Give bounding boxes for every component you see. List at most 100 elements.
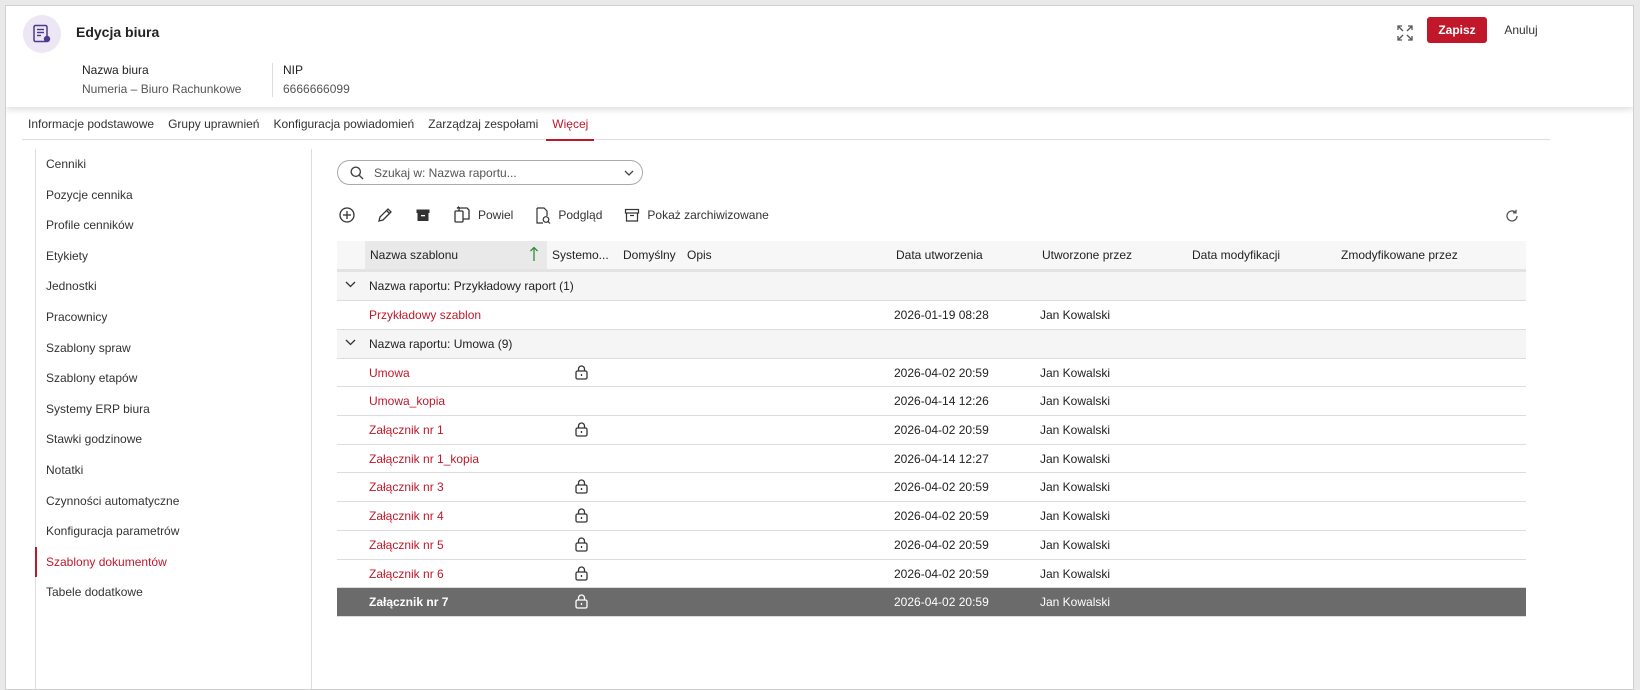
preview-button[interactable]: Podgląd (535, 204, 602, 226)
created-by-cell: Jan Kowalski (1040, 423, 1111, 438)
sidebar-item-case-templates[interactable]: Szablony spraw (36, 333, 311, 364)
tab-more[interactable]: Więcej (546, 113, 595, 141)
sidebar-item-erp-systems[interactable]: Systemy ERP biura (36, 394, 311, 425)
show-archived-button[interactable]: Pokaż zarchiwizowane (624, 204, 769, 226)
archive-button[interactable] (415, 204, 431, 226)
template-name-link[interactable]: Przykładowy szablon (369, 301, 481, 329)
chevron-down-icon[interactable] (345, 339, 356, 346)
table-row[interactable]: Umowa 2026-04-02 20:59 Jan Kowalski (337, 359, 1526, 388)
sidebar-item-employees[interactable]: Pracownicy (36, 302, 311, 333)
created-date-cell: 2026-04-02 20:59 (894, 537, 989, 552)
header-divider (272, 63, 273, 97)
sidebar-item-price-lists[interactable]: Cenniki (36, 149, 311, 180)
search-input[interactable] (372, 165, 616, 180)
chevron-down-icon[interactable] (345, 281, 356, 288)
table-row[interactable]: Załącznik nr 7 2026-04-02 20:59 Jan Kowals… (337, 588, 1526, 617)
table-row[interactable]: Przykładowy szablon 2026-01-19 08:28 Jan K… (337, 301, 1526, 330)
tab-bar: Informacje podstawowe Grupy uprawnień Ko… (22, 113, 1550, 141)
column-header-modified-date[interactable]: Data modyfikacji (1192, 241, 1332, 269)
column-header-label: Nazwa szablonu (370, 248, 459, 262)
template-name-link[interactable]: Załącznik nr 4 (369, 502, 444, 530)
created-by-cell: Jan Kowalski (1040, 365, 1111, 380)
copy-label: Powiel (478, 208, 514, 222)
search-icon (342, 166, 372, 180)
sidebar-item-price-list-profiles[interactable]: Profile cenników (36, 210, 311, 241)
table-row[interactable]: Załącznik nr 4 2026-04-02 20:59 Jan Kowals… (337, 502, 1526, 531)
column-header-created-by[interactable]: Utworzone przez (1042, 241, 1182, 269)
template-name-link[interactable]: Załącznik nr 6 (369, 560, 444, 588)
dialog-title: Edycja biura (76, 24, 160, 40)
copy-button[interactable]: Powiel (453, 204, 513, 226)
lock-icon (575, 422, 588, 438)
edit-office-dialog: Edycja biura Nazwa biura Numeria – Biuro… (5, 5, 1634, 690)
table-row[interactable]: Załącznik nr 3 2026-04-02 20:59 Jan Kowals… (337, 473, 1526, 503)
created-by-cell: Jan Kowalski (1040, 308, 1111, 322)
column-header-system[interactable]: Systemo... (552, 241, 618, 269)
column-header-description[interactable]: Opis (687, 241, 887, 269)
cancel-button[interactable]: Anuluj (1498, 17, 1544, 43)
edit-button[interactable] (377, 204, 393, 226)
column-header-name[interactable]: Nazwa szablonu (365, 241, 547, 269)
grid-body: Nazwa raportu: Przykładowy raport (1) Prz… (337, 272, 1526, 617)
group-label: Nazwa raportu: Umowa (9) (369, 336, 513, 351)
group-row[interactable]: Nazwa raportu: Umowa (9) (337, 329, 1526, 359)
table-row[interactable]: Załącznik nr 5 2026-04-02 20:59 Jan Kowals… (337, 531, 1526, 560)
group-row[interactable]: Nazwa raportu: Przykładowy raport (1) (337, 272, 1526, 301)
copy-icon (454, 206, 470, 223)
sidebar-item-notes[interactable]: Notatki (36, 455, 311, 486)
preview-icon (536, 206, 551, 224)
group-label: Nazwa raportu: Przykładowy raport (1) (369, 279, 574, 293)
tab-manage-teams[interactable]: Zarządzaj zespołami (422, 113, 544, 140)
created-date-cell: 2026-04-02 20:59 (894, 365, 989, 380)
sidebar: Cenniki Pozycje cennika Profile cenników… (35, 149, 312, 689)
column-header-default[interactable]: Domyślny (623, 241, 683, 269)
sort-ascending-icon (530, 246, 538, 261)
save-button[interactable]: Zapisz (1427, 17, 1487, 43)
created-by-cell: Jan Kowalski (1040, 595, 1111, 610)
column-header-created-date[interactable]: Data utworzenia (896, 241, 1036, 269)
sidebar-item-units[interactable]: Jednostki (36, 271, 311, 302)
tab-basic-info[interactable]: Informacje podstawowe (22, 113, 160, 140)
pencil-icon (378, 208, 392, 222)
template-name-link[interactable]: Załącznik nr 3 (369, 473, 444, 501)
sidebar-item-automatic-actions[interactable]: Czynności automatyczne (36, 486, 311, 517)
created-date-cell: 2026-04-02 20:59 (894, 480, 989, 495)
created-date-cell: 2026-04-02 20:59 (894, 509, 989, 524)
sidebar-item-price-list-positions[interactable]: Pozycje cennika (36, 180, 311, 211)
template-name-link[interactable]: Umowa_kopia (369, 387, 445, 415)
tab-notification-config[interactable]: Konfiguracja powiadomień (267, 113, 420, 140)
table-row[interactable]: Załącznik nr 6 2026-04-02 20:59 Jan Kowals… (337, 560, 1526, 589)
created-by-cell: Jan Kowalski (1040, 451, 1111, 466)
sidebar-item-stage-templates[interactable]: Szablony etapów (36, 363, 311, 394)
chevron-down-icon[interactable] (616, 170, 642, 176)
lock-icon (575, 537, 588, 553)
template-name-link[interactable]: Załącznik nr 1_kopia (369, 445, 479, 473)
table-row[interactable]: Umowa_kopia 2026-04-14 12:26 Jan Kowalski (337, 387, 1526, 417)
sidebar-item-document-templates[interactable]: Szablony dokumentów (35, 546, 311, 578)
table-row[interactable]: Załącznik nr 1 2026-04-02 20:59 Jan Kowals… (337, 416, 1526, 445)
grid-header: Nazwa szablonu Systemo... Domyślny Opis … (337, 241, 1526, 272)
created-date-cell: 2026-04-02 20:59 (894, 566, 989, 581)
column-header-modified-by[interactable]: Zmodyfikowane przez (1341, 241, 1501, 269)
nip-label: NIP (283, 63, 304, 77)
sidebar-item-additional-tables[interactable]: Tabele dodatkowe (36, 577, 311, 608)
created-by-cell: Jan Kowalski (1040, 394, 1111, 409)
created-by-cell: Jan Kowalski (1040, 537, 1111, 552)
templates-grid: Nazwa szablonu Systemo... Domyślny Opis … (337, 241, 1526, 617)
tab-permission-groups[interactable]: Grupy uprawnień (162, 113, 265, 140)
table-row[interactable]: Załącznik nr 1_kopia 2026-04-14 12:27 Jan … (337, 445, 1526, 474)
add-icon (339, 207, 355, 223)
lock-icon (575, 508, 588, 524)
expand-icon[interactable] (1394, 22, 1416, 44)
add-button[interactable] (339, 204, 355, 226)
sidebar-item-hourly-rates[interactable]: Stawki godzinowe (36, 424, 311, 455)
lock-icon (575, 479, 588, 495)
template-name-link[interactable]: Załącznik nr 1 (369, 416, 444, 444)
refresh-icon[interactable] (1502, 206, 1522, 226)
sidebar-item-parameter-config[interactable]: Konfiguracja parametrów (36, 516, 311, 547)
template-name-link[interactable]: Załącznik nr 7 (369, 588, 448, 616)
template-name-link[interactable]: Umowa (369, 359, 410, 387)
search-box (337, 160, 643, 185)
sidebar-item-labels[interactable]: Etykiety (36, 241, 311, 272)
template-name-link[interactable]: Załącznik nr 5 (369, 531, 444, 559)
